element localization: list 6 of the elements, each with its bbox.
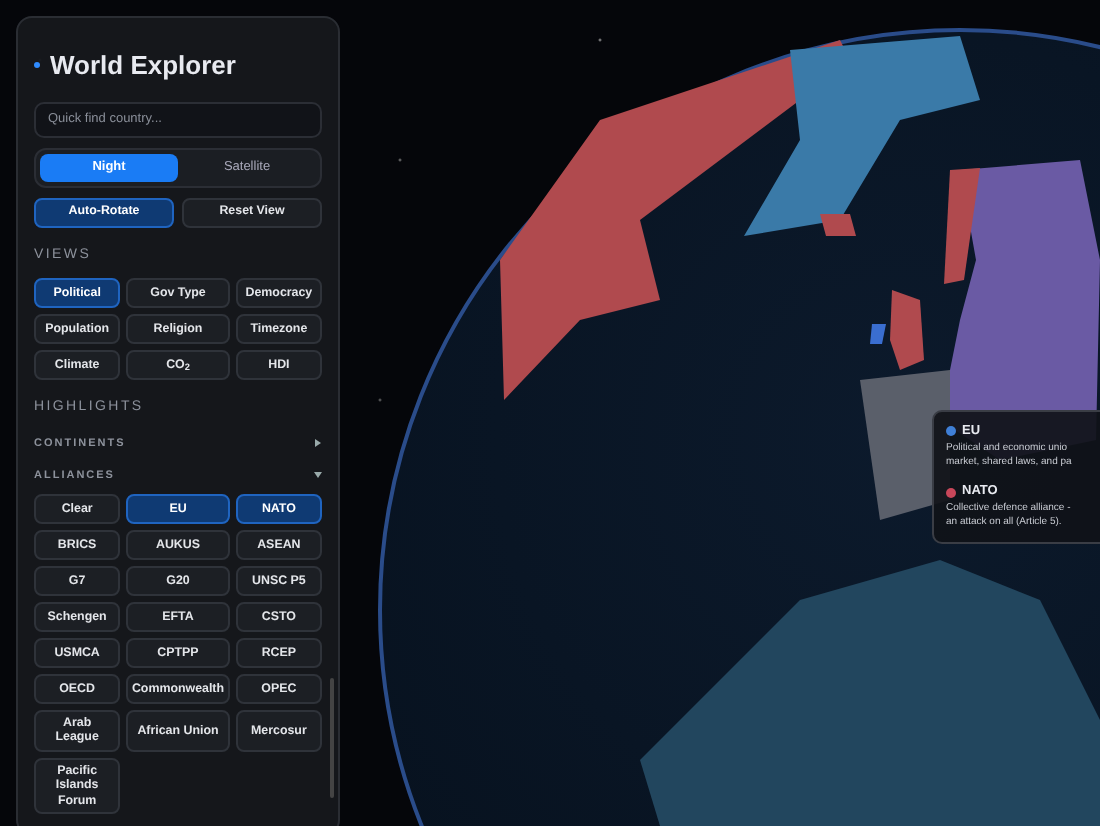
scrollbar[interactable] <box>330 678 334 798</box>
caret-icon[interactable] <box>315 439 321 448</box>
caret-icon[interactable] <box>314 472 322 479</box>
globe-drawing[interactable] <box>378 28 1100 826</box>
app-title: World Explorer <box>50 48 236 84</box>
bullet-icon <box>34 62 40 69</box>
